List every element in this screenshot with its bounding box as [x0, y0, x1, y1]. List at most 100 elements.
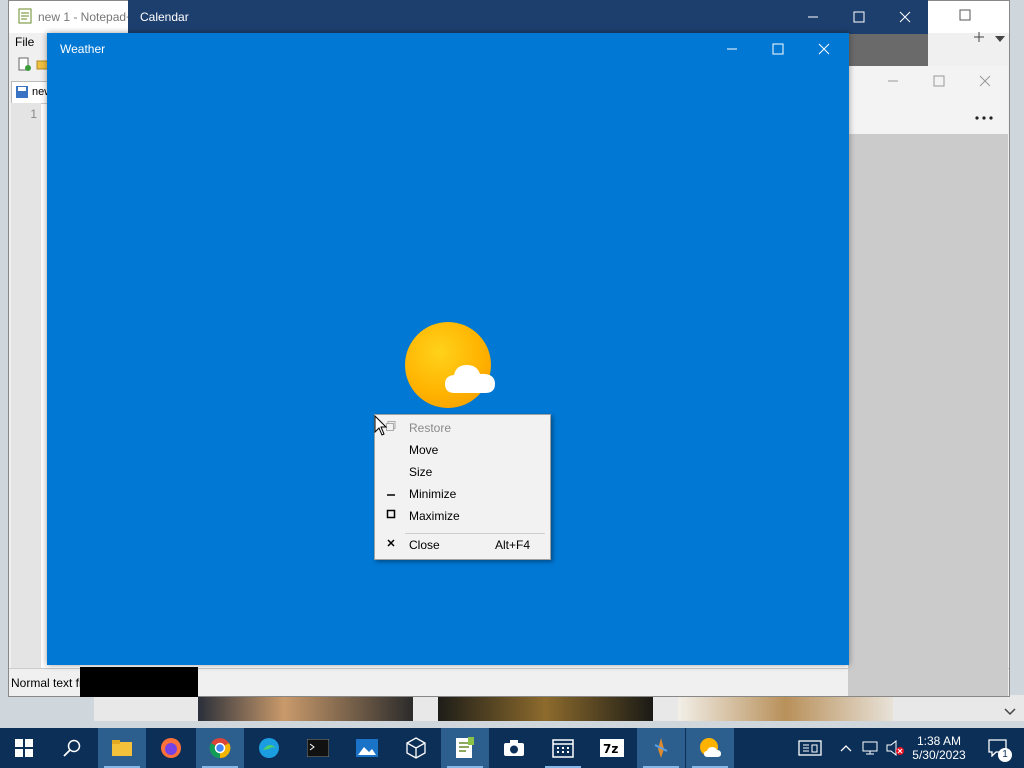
- clock-time: 1:38 AM: [916, 734, 962, 748]
- maximize-icon: [772, 43, 784, 55]
- close-button[interactable]: [962, 66, 1008, 96]
- network-button[interactable]: [858, 728, 882, 768]
- volume-muted-icon: [886, 740, 904, 756]
- edge-icon: [259, 738, 279, 758]
- firefox-icon: [161, 738, 181, 758]
- minimize-icon: [384, 487, 398, 501]
- menu-item-accelerator: Alt+F4: [494, 538, 530, 552]
- new-file-icon[interactable]: [17, 57, 31, 74]
- photos-icon: [356, 739, 378, 757]
- notepad-plus-plus-button[interactable]: [441, 728, 489, 768]
- news-widget-button[interactable]: [788, 728, 832, 768]
- calendar-header: [848, 66, 1008, 134]
- weather-icon: [700, 738, 721, 757]
- clock[interactable]: 1:38 AM 5/30/2023: [908, 728, 970, 768]
- scroll-down-icon[interactable]: [1002, 704, 1018, 720]
- start-button[interactable]: [0, 728, 48, 768]
- line-number: 1: [30, 107, 37, 121]
- volume-button[interactable]: [882, 728, 908, 768]
- calendar-button[interactable]: [539, 728, 587, 768]
- chevron-up-icon: [840, 745, 852, 752]
- taskbar: 7z 1:38 AM 5/30/2023 1: [0, 728, 1024, 768]
- close-icon: [899, 11, 911, 23]
- menu-item-label: Minimize: [409, 487, 457, 501]
- menu-file[interactable]: File: [15, 35, 34, 49]
- calendar-body: [848, 66, 1008, 696]
- notification-center-button[interactable]: 1: [978, 728, 1018, 768]
- 7zip-icon: 7z: [600, 739, 624, 757]
- weather-titlebar[interactable]: Weather: [47, 33, 849, 65]
- folder-icon: [112, 740, 132, 756]
- chrome-icon: [209, 738, 231, 759]
- news-icon: [798, 740, 822, 756]
- menu-item-label: Size: [409, 465, 433, 479]
- add-icon[interactable]: [973, 31, 985, 46]
- photos-button[interactable]: [343, 728, 391, 768]
- search-button[interactable]: [48, 728, 96, 768]
- notification-count-badge: 1: [998, 748, 1012, 762]
- weather-window: Weather: [47, 33, 849, 665]
- calendar-dark-region: [848, 34, 928, 66]
- show-hidden-icons-button[interactable]: [836, 728, 856, 768]
- terminal-icon: [307, 739, 329, 757]
- file-explorer-button[interactable]: [98, 728, 146, 768]
- menu-item-label: Close: [409, 538, 440, 552]
- menu-item-move[interactable]: Move: [375, 439, 550, 461]
- maximize-icon: [853, 11, 865, 23]
- camera-button[interactable]: [490, 728, 538, 768]
- menu-item-maximize[interactable]: Maximize: [375, 505, 550, 527]
- close-icon: [384, 538, 398, 552]
- tool-icon: [654, 738, 668, 758]
- tool-button[interactable]: [637, 728, 685, 768]
- black-overlay: [80, 667, 198, 697]
- cube-icon: [406, 737, 426, 759]
- background-photo: [438, 697, 653, 721]
- close-icon: [818, 43, 830, 55]
- chrome-button[interactable]: [196, 728, 244, 768]
- maximize-button[interactable]: [836, 2, 882, 32]
- clock-date: 5/30/2023: [912, 748, 966, 762]
- menu-item-size[interactable]: Size: [375, 461, 550, 483]
- calendar-title: Calendar: [140, 10, 189, 24]
- more-options-icon[interactable]: [974, 110, 994, 124]
- chevron-down-icon[interactable]: [995, 33, 1005, 47]
- 3d-viewer-button[interactable]: [392, 728, 440, 768]
- 7zip-button[interactable]: 7z: [588, 728, 636, 768]
- window-context-menu: Restore Move Size Minimize Maximize Clos…: [374, 414, 551, 560]
- calendar-titlebar[interactable]: Calendar: [128, 0, 928, 34]
- save-icon: [15, 85, 29, 102]
- close-icon: [979, 75, 991, 87]
- notepad-title: new 1 - Notepad++: [38, 10, 141, 24]
- maximize-button[interactable]: [916, 66, 962, 96]
- close-button[interactable]: [801, 34, 847, 64]
- weather-title: Weather: [60, 42, 106, 56]
- minimize-button[interactable]: [870, 66, 916, 96]
- maximize-icon[interactable]: [959, 9, 971, 24]
- maximize-button[interactable]: [755, 34, 801, 64]
- weather-cloud-icon: [445, 365, 495, 393]
- minimize-icon: [727, 48, 737, 50]
- maximize-icon: [384, 509, 398, 523]
- menu-item-close[interactable]: Close Alt+F4: [375, 534, 550, 556]
- minimize-button[interactable]: [709, 34, 755, 64]
- svg-text:7z: 7z: [603, 742, 618, 756]
- minimize-icon: [808, 16, 818, 18]
- calendar-icon: [552, 739, 574, 758]
- line-number-gutter: 1: [11, 103, 41, 668]
- menu-item-restore[interactable]: Restore: [375, 417, 550, 439]
- background-photo: [678, 697, 893, 721]
- menu-item-label: Move: [409, 443, 439, 457]
- edge-button[interactable]: [245, 728, 293, 768]
- close-button[interactable]: [882, 2, 928, 32]
- weather-button[interactable]: [686, 728, 734, 768]
- background-photo: [198, 697, 413, 721]
- minimize-button[interactable]: [790, 2, 836, 32]
- firefox-button[interactable]: [147, 728, 195, 768]
- menu-item-minimize[interactable]: Minimize: [375, 483, 550, 505]
- camera-icon: [504, 740, 524, 756]
- windows-logo-icon: [15, 739, 33, 757]
- mouse-cursor-icon: [374, 415, 388, 436]
- notepad-app-icon: [17, 8, 33, 27]
- terminal-button[interactable]: [294, 728, 342, 768]
- search-icon: [63, 739, 81, 757]
